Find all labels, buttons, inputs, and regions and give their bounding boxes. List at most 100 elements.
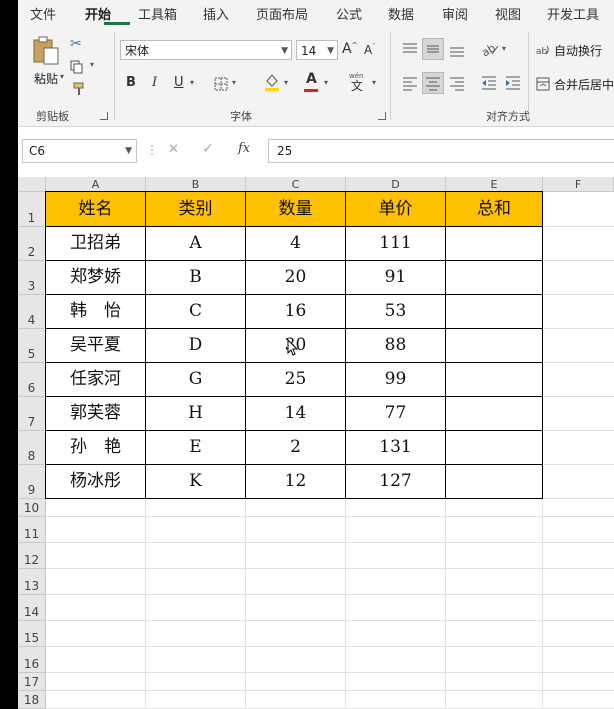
cut-icon[interactable]: ✂ xyxy=(70,36,82,52)
align-center-icon[interactable] xyxy=(422,72,444,94)
enter-icon[interactable]: ✓ xyxy=(202,141,214,157)
table-cell[interactable]: 12 xyxy=(245,464,346,499)
row-header[interactable]: 2 xyxy=(18,227,46,261)
merge-center-icon[interactable] xyxy=(536,76,550,91)
column-header[interactable]: A xyxy=(46,177,146,192)
paste-icon[interactable] xyxy=(32,36,60,66)
tab-file[interactable]: 文件 xyxy=(30,4,56,23)
italic-button[interactable]: I xyxy=(152,75,157,90)
clipboard-launcher-icon[interactable] xyxy=(100,112,108,120)
tab-home[interactable]: 开始 xyxy=(85,4,111,23)
top-align-icon[interactable] xyxy=(401,40,419,58)
row-header[interactable]: 6 xyxy=(18,363,46,397)
tab-data[interactable]: 数据 xyxy=(388,4,414,23)
cancel-icon[interactable]: ✕ xyxy=(168,142,179,157)
table-cell[interactable]: 25 xyxy=(245,362,346,397)
table-cell[interactable]: D xyxy=(145,328,246,363)
table-cell[interactable]: 91 xyxy=(345,260,446,295)
table-cell[interactable]: 127 xyxy=(345,464,446,499)
bottom-align-icon[interactable] xyxy=(448,40,466,58)
fill-color-dropdown-icon[interactable]: ▾ xyxy=(284,78,288,87)
table-cell[interactable] xyxy=(445,328,543,363)
table-cell[interactable]: H xyxy=(145,396,246,431)
font-color-dropdown-icon[interactable]: ▾ xyxy=(324,78,328,87)
table-cell[interactable] xyxy=(445,260,543,295)
table-cell[interactable] xyxy=(445,294,543,329)
formula-input[interactable]: 25 xyxy=(268,139,614,163)
orientation-dropdown-icon[interactable]: ▾ xyxy=(502,44,506,53)
middle-align-icon[interactable] xyxy=(422,38,444,60)
align-left-icon[interactable] xyxy=(401,74,419,92)
table-cell[interactable]: 卫招弟 xyxy=(45,226,146,261)
table-cell[interactable]: 任家河 xyxy=(45,362,146,397)
row-header[interactable]: 14 xyxy=(18,595,46,621)
table-cell[interactable]: 孙 艳 xyxy=(45,430,146,465)
tab-review[interactable]: 审阅 xyxy=(442,4,468,23)
row-header[interactable]: 18 xyxy=(18,691,46,709)
column-header[interactable]: C xyxy=(246,177,346,192)
underline-button[interactable]: U xyxy=(174,75,184,90)
table-cell[interactable]: 吴平夏 xyxy=(45,328,146,363)
chevron-down-icon[interactable]: ▼ xyxy=(281,41,288,61)
align-right-icon[interactable] xyxy=(448,74,466,92)
paste-label[interactable]: 粘贴 xyxy=(34,70,58,87)
table-cell[interactable]: 88 xyxy=(345,328,446,363)
tab-developer[interactable]: 开发工具 xyxy=(547,4,599,23)
decrease-indent-icon[interactable] xyxy=(480,74,498,92)
row-header[interactable]: 10 xyxy=(18,499,46,517)
select-all-corner[interactable] xyxy=(18,177,46,192)
column-header[interactable]: D xyxy=(346,177,446,192)
row-header[interactable]: 17 xyxy=(18,673,46,691)
table-cell[interactable]: 53 xyxy=(345,294,446,329)
chevron-down-icon[interactable]: ▼ xyxy=(327,41,334,61)
chevron-down-icon[interactable]: ▼ xyxy=(125,140,132,162)
column-header[interactable]: F xyxy=(543,177,614,192)
copy-icon[interactable] xyxy=(70,59,84,74)
decrease-font-size-icon[interactable]: Aˇ xyxy=(364,43,376,57)
row-header[interactable]: 12 xyxy=(18,543,46,569)
underline-dropdown-icon[interactable]: ▾ xyxy=(190,78,194,87)
table-header-cell[interactable]: 总和 xyxy=(445,191,543,227)
table-cell[interactable]: 20 xyxy=(245,260,346,295)
font-launcher-icon[interactable] xyxy=(378,112,386,120)
table-cell[interactable]: B xyxy=(145,260,246,295)
name-box[interactable]: C6 ▼ xyxy=(22,139,137,163)
table-cell[interactable] xyxy=(445,396,543,431)
font-size-box[interactable]: 14 ▼ xyxy=(296,40,338,60)
table-header-cell[interactable]: 单价 xyxy=(345,191,446,227)
bold-button[interactable]: B xyxy=(126,75,136,90)
increase-indent-icon[interactable] xyxy=(504,74,522,92)
row-header[interactable]: 9 xyxy=(18,465,46,499)
table-cell[interactable]: 杨冰彤 xyxy=(45,464,146,499)
row-header[interactable]: 13 xyxy=(18,569,46,595)
phonetic-guide-icon[interactable]: wén 文 xyxy=(348,70,368,93)
table-cell[interactable]: 韩 怡 xyxy=(45,294,146,329)
table-cell[interactable]: 99 xyxy=(345,362,446,397)
font-color-icon[interactable]: A xyxy=(306,71,317,87)
table-cell[interactable]: 16 xyxy=(245,294,346,329)
row-header[interactable]: 3 xyxy=(18,261,46,295)
merge-center-button[interactable]: 合并后居中 xyxy=(554,76,614,93)
table-cell[interactable]: 2 xyxy=(245,430,346,465)
row-header[interactable]: 15 xyxy=(18,621,46,647)
row-header[interactable]: 1 xyxy=(18,192,46,227)
table-cell[interactable]: 4 xyxy=(245,226,346,261)
orientation-icon[interactable]: ab xyxy=(479,40,500,59)
paste-dropdown-icon[interactable]: ▾ xyxy=(60,72,64,81)
row-header[interactable]: 16 xyxy=(18,647,46,673)
tab-insert[interactable]: 插入 xyxy=(203,4,229,23)
row-header[interactable]: 4 xyxy=(18,295,46,329)
fill-color-icon[interactable] xyxy=(264,72,280,92)
table-cell[interactable]: E xyxy=(145,430,246,465)
column-header[interactable]: B xyxy=(146,177,246,192)
table-cell[interactable]: G xyxy=(145,362,246,397)
tab-toolbox[interactable]: 工具箱 xyxy=(138,4,177,23)
row-header[interactable]: 5 xyxy=(18,329,46,363)
table-cell[interactable]: 14 xyxy=(245,396,346,431)
table-cell[interactable]: C xyxy=(145,294,246,329)
tab-formulas[interactable]: 公式 xyxy=(336,4,362,23)
table-cell[interactable]: A xyxy=(145,226,246,261)
table-cell[interactable]: 111 xyxy=(345,226,446,261)
table-cell[interactable] xyxy=(445,430,543,465)
table-cell[interactable]: 郭芙蓉 xyxy=(45,396,146,431)
